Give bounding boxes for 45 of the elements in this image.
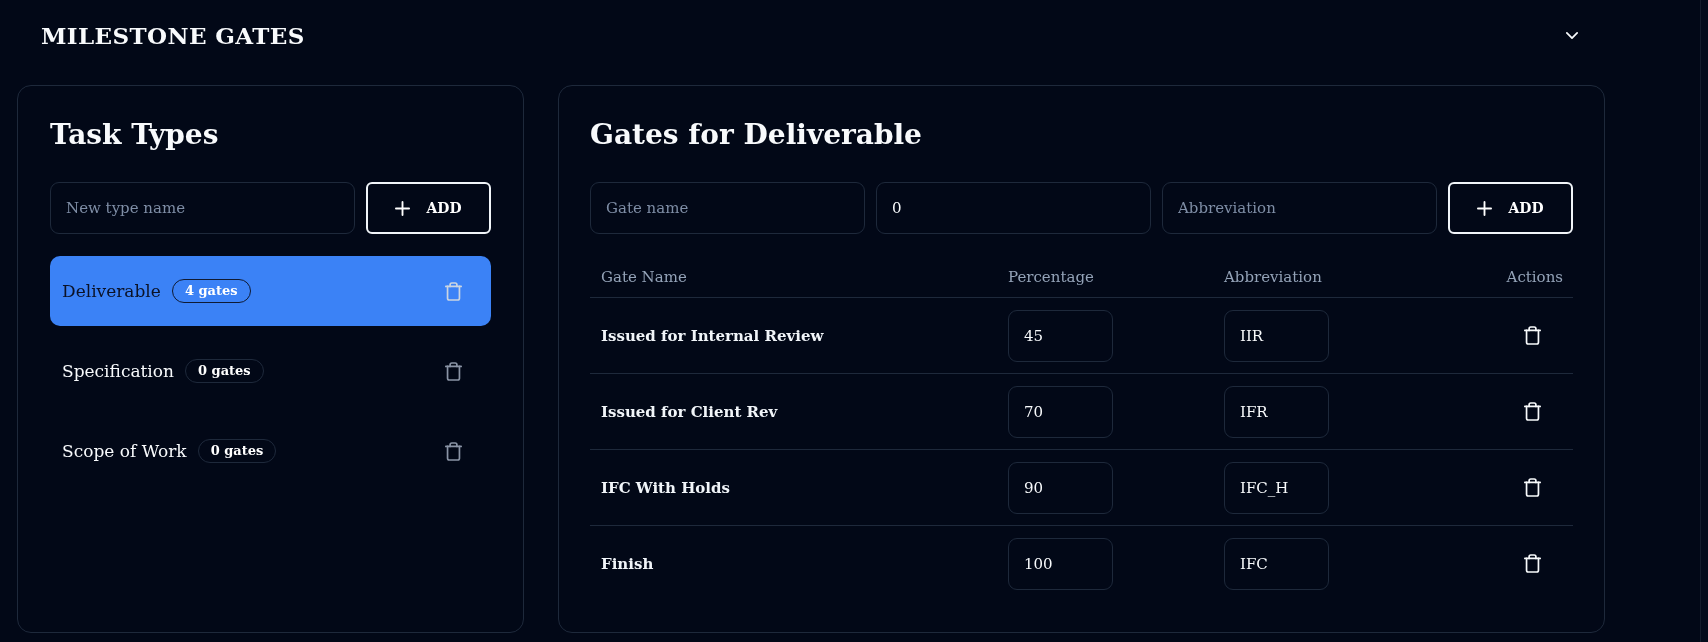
trash-icon bbox=[1524, 478, 1541, 497]
type-name-input[interactable]: New type name bbox=[50, 182, 355, 234]
column-header: Gate Name bbox=[600, 268, 688, 286]
plus-icon bbox=[395, 200, 411, 216]
abbreviation-input[interactable]: IFC_H bbox=[1224, 461, 1329, 514]
panel-title: Gates for Deliverable bbox=[590, 117, 923, 153]
task-type-name: Deliverable bbox=[62, 281, 161, 301]
trash-icon bbox=[1524, 402, 1541, 421]
delete-button[interactable] bbox=[1521, 551, 1544, 576]
delete-button[interactable] bbox=[1521, 323, 1544, 348]
task-type-name: Scope of Work bbox=[62, 441, 187, 461]
trash-icon bbox=[445, 281, 462, 301]
trash-icon bbox=[1524, 326, 1541, 345]
trash-icon bbox=[1524, 554, 1541, 573]
column-header: Actions bbox=[1505, 268, 1564, 286]
add-button[interactable]: ADD bbox=[366, 182, 491, 234]
trash-icon bbox=[445, 361, 462, 381]
trash-icon bbox=[445, 441, 462, 461]
column-header: Percentage bbox=[1007, 268, 1095, 286]
column-header: Abbreviation bbox=[1223, 268, 1323, 286]
delete-button[interactable] bbox=[1521, 399, 1544, 424]
gate-name-cell-text: IFC With Holds bbox=[600, 478, 731, 497]
gate-name-cell-text: Issued for Client Rev bbox=[600, 402, 779, 421]
abbreviation-input[interactable]: IFR bbox=[1224, 385, 1329, 438]
add-button[interactable]: ADD bbox=[1448, 182, 1573, 234]
task-type-name: Specification bbox=[62, 361, 174, 381]
task-type-item[interactable]: Deliverable 4 gates bbox=[50, 256, 491, 326]
panel-title: Task Types bbox=[50, 117, 220, 153]
percentage-input[interactable]: 45 bbox=[1008, 309, 1113, 362]
percentage-input[interactable]: 0 bbox=[876, 182, 1151, 234]
plus-icon bbox=[1477, 200, 1493, 216]
gate-name-cell-text: Finish bbox=[600, 554, 655, 573]
abbreviation-input[interactable]: IIR bbox=[1224, 309, 1329, 362]
percentage-input[interactable]: 90 bbox=[1008, 461, 1113, 514]
gate-name-cell-text: Issued for Internal Review bbox=[600, 326, 825, 345]
task-type-item[interactable]: Specification 0 gates bbox=[50, 336, 491, 406]
gate-name-input[interactable]: Gate name bbox=[590, 182, 865, 234]
abbreviation-input[interactable]: Abbreviation bbox=[1162, 182, 1437, 234]
task-type-item[interactable]: Scope of Work 0 gates bbox=[50, 416, 491, 486]
section-title: MILESTONE GATES bbox=[41, 21, 305, 49]
percentage-input[interactable]: 70 bbox=[1008, 385, 1113, 438]
abbreviation-input[interactable]: IFC bbox=[1224, 537, 1329, 590]
chevron-icon bbox=[1566, 31, 1578, 39]
delete-button[interactable] bbox=[1521, 475, 1544, 500]
percentage-input[interactable]: 100 bbox=[1008, 537, 1113, 590]
